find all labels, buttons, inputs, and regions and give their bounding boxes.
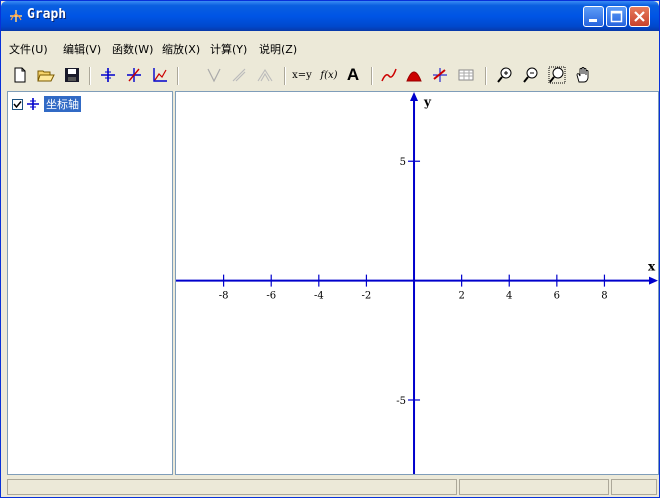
window-title: Graph xyxy=(27,7,67,22)
shade-icon xyxy=(207,68,221,83)
trendline-button[interactable] xyxy=(379,65,399,85)
insert-series-icon xyxy=(153,68,167,82)
insert-function-button[interactable] xyxy=(124,65,144,85)
maximize-button[interactable] xyxy=(606,6,627,27)
insert-function-icon xyxy=(127,68,141,82)
inequality-button[interactable] xyxy=(229,65,249,85)
y-axis-label: y xyxy=(423,95,432,109)
new-file-icon xyxy=(14,67,26,83)
graph-app-icon xyxy=(10,10,22,22)
title-bar[interactable]: Graph xyxy=(1,1,659,31)
fx-button[interactable]: f(x) xyxy=(317,65,341,85)
table-icon xyxy=(458,69,474,81)
checkmark-icon xyxy=(13,100,22,108)
close-icon xyxy=(634,11,645,22)
x-axis-arrow xyxy=(649,276,658,285)
zoom-in-icon xyxy=(497,67,512,83)
menu-file[interactable]: 文件(U) xyxy=(9,41,48,57)
status-pane-coords xyxy=(459,479,609,495)
x-tick-label: 6 xyxy=(554,291,560,302)
area-button[interactable] xyxy=(404,65,424,85)
toolbar-separator xyxy=(89,67,91,85)
save-button[interactable] xyxy=(62,65,82,85)
axes-button[interactable] xyxy=(98,65,118,85)
toolbar-separator xyxy=(371,67,373,85)
menu-help[interactable]: 说明(Z) xyxy=(259,41,297,57)
text-button[interactable]: A xyxy=(343,65,363,85)
axes-icon xyxy=(27,98,39,110)
x-tick-label: -2 xyxy=(362,291,372,302)
x-tick-label: 8 xyxy=(601,291,607,302)
point-series-button[interactable] xyxy=(430,65,450,85)
x-tick-label: -4 xyxy=(314,291,324,302)
app-window: Graph 文件(U) 编辑(V) 函数(W) 缩放(X) 计算(Y) 说明(Z… xyxy=(0,0,660,498)
open-folder-icon xyxy=(37,70,55,82)
relation-button[interactable] xyxy=(255,65,275,85)
axes-icon xyxy=(101,68,115,82)
status-pane-main xyxy=(7,479,457,495)
save-icon xyxy=(65,68,79,82)
maximize-icon xyxy=(610,10,623,23)
area-icon xyxy=(406,71,422,82)
element-tree-panel: 坐标轴 xyxy=(7,91,173,475)
point-series-icon xyxy=(433,68,447,82)
x-tick-label: -8 xyxy=(219,291,229,302)
x-tick-label: -6 xyxy=(266,291,276,302)
zoom-in-button[interactable] xyxy=(495,65,515,85)
minimize-icon xyxy=(589,19,597,22)
x-tick-label: 2 xyxy=(458,291,464,302)
relation-icon xyxy=(257,68,273,82)
menu-edit[interactable]: 编辑(V) xyxy=(63,41,101,57)
visibility-checkbox[interactable] xyxy=(12,98,23,110)
close-button[interactable] xyxy=(629,6,650,27)
menu-calculate[interactable]: 计算(Y) xyxy=(210,41,247,57)
menu-function[interactable]: 函数(W) xyxy=(112,41,153,57)
insert-series-button[interactable] xyxy=(150,65,170,85)
y-tick-label: -5 xyxy=(396,396,406,407)
coordinate-plot: x y -8 -6 -4 -2 2 4 6 8 5 -5 xyxy=(176,92,658,474)
x-tick-label: 4 xyxy=(506,291,512,302)
toolbar-separator xyxy=(485,67,487,85)
zoom-fit-icon xyxy=(548,66,566,84)
tree-node-axes[interactable]: 坐标轴 xyxy=(12,96,81,112)
graph-area[interactable]: x y -8 -6 -4 -2 2 4 6 8 5 -5 xyxy=(175,91,659,475)
shade-button[interactable] xyxy=(204,65,224,85)
y-axis-arrow xyxy=(410,92,419,101)
status-bar xyxy=(7,479,659,497)
new-file-button[interactable] xyxy=(10,65,30,85)
status-pane-extra xyxy=(611,479,657,495)
pan-hand-icon xyxy=(576,67,589,83)
toolbar-separator xyxy=(284,67,286,85)
trendline-icon xyxy=(381,68,397,82)
inequality-icon xyxy=(232,68,246,82)
menu-zoom[interactable]: 缩放(X) xyxy=(162,41,200,57)
x-axis-label: x xyxy=(648,260,656,274)
tree-node-label: 坐标轴 xyxy=(44,96,81,112)
zoom-out-icon xyxy=(523,67,538,83)
open-button[interactable] xyxy=(36,65,56,85)
xy-button[interactable]: x=y xyxy=(290,65,314,85)
y-tick-label: 5 xyxy=(400,157,406,168)
toolbar-separator xyxy=(177,67,179,85)
toolbar: x=y f(x) A xyxy=(1,61,659,89)
zoom-fit-button[interactable] xyxy=(547,65,567,85)
table-button[interactable] xyxy=(456,65,476,85)
minimize-button[interactable] xyxy=(583,6,604,27)
zoom-out-button[interactable] xyxy=(521,65,541,85)
menu-bar: 文件(U) 编辑(V) 函数(W) 缩放(X) 计算(Y) 说明(Z) xyxy=(1,37,659,59)
pan-button[interactable] xyxy=(573,65,593,85)
